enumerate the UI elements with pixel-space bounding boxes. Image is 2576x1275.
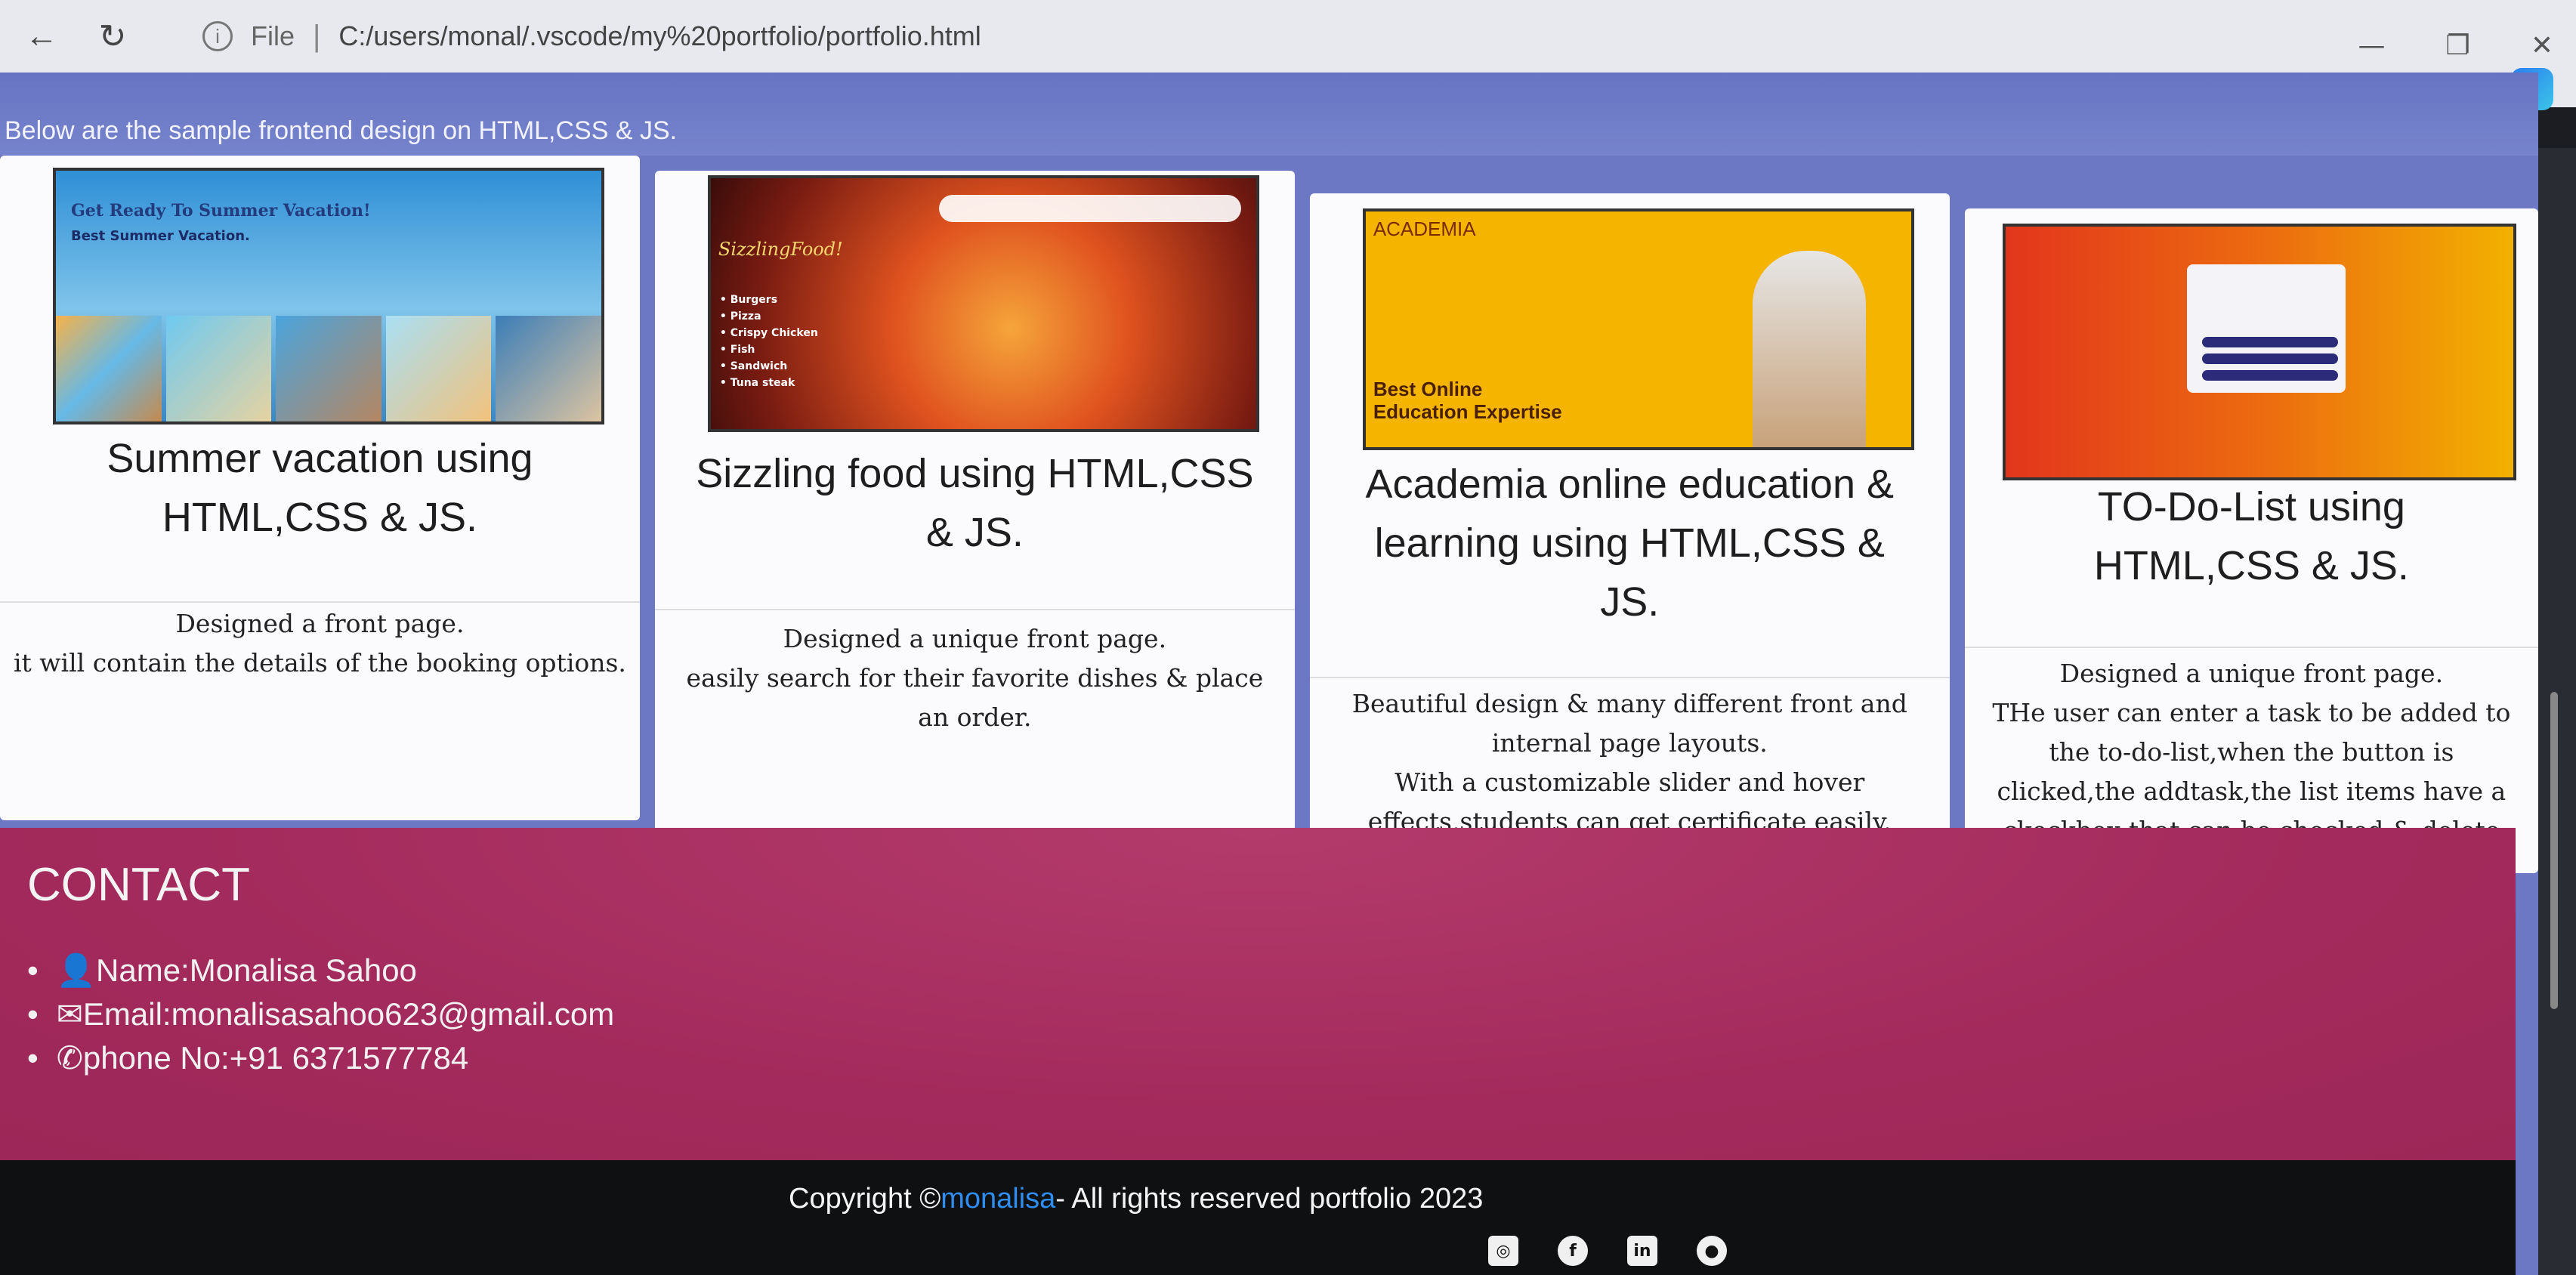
card-title: TO-Do-List using HTML,CSS & JS.	[2093, 484, 2409, 588]
projects-tagline: Below are the sample frontend design on …	[5, 116, 678, 145]
contact-heading: CONTACT	[27, 859, 251, 911]
contact-section: CONTACT 👤Name:Monalisa Sahoo ✉Email:mona…	[0, 828, 2516, 1160]
thumb-todo-box	[2186, 264, 2346, 393]
facebook-icon[interactable]: f	[1558, 1236, 1588, 1266]
project-cards: Get Ready To Summer Vacation! Best Summe…	[0, 156, 2539, 884]
card-description: Designed a front page. it will contain t…	[13, 609, 626, 678]
card-title: Academia online education & learning usi…	[1365, 462, 1894, 625]
thumb-navbar	[938, 195, 1241, 222]
info-icon[interactable]: i	[202, 21, 233, 51]
thumb-logo: ACADEMIA	[1373, 218, 1476, 240]
project-card-summer[interactable]: Get Ready To Summer Vacation! Best Summe…	[0, 156, 640, 820]
linkedin-icon[interactable]: in	[1627, 1236, 1657, 1266]
brand-link[interactable]: monalisa	[941, 1183, 1055, 1215]
url-separator: |	[313, 19, 321, 53]
footer: Copyright ©monalisa- All rights reserved…	[0, 1160, 2516, 1275]
thumb-subheading: Best Summer Vacation.	[71, 228, 250, 244]
thumb-brand: SizzlingFood!	[718, 239, 843, 260]
url-scheme: File	[251, 20, 295, 51]
restore-icon[interactable]: ❐	[2446, 30, 2470, 61]
thumb-headline: Best Online Education Expertise	[1373, 378, 1562, 423]
url-text[interactable]: C:/users/monal/.vscode/my%20portfolio/po…	[338, 20, 981, 52]
close-icon[interactable]: ✕	[2531, 30, 2553, 61]
instagram-icon[interactable]: ◎	[1488, 1236, 1518, 1266]
thumb-person-image	[1752, 251, 1866, 447]
back-icon[interactable]: ←	[15, 17, 68, 55]
contact-phone[interactable]: ✆phone No:+91 6371577784	[27, 1036, 614, 1080]
minimize-icon[interactable]: —	[2358, 30, 2386, 61]
project-card-food[interactable]: SizzlingFood! • Burgers • Pizza • Crispy…	[654, 171, 1295, 835]
card-divider	[1964, 647, 2539, 648]
project-card-todo[interactable]: TO-Do-List using HTML,CSS & JS. Designed…	[1964, 208, 2539, 884]
card-divider	[654, 609, 1295, 610]
card-title: Summer vacation using HTML,CSS & JS.	[107, 436, 533, 540]
contact-list: 👤Name:Monalisa Sahoo ✉Email:monalisasaho…	[27, 949, 615, 1080]
social-links: ◎ f in ●	[1488, 1236, 1727, 1266]
summer-thumbnail[interactable]: Get Ready To Summer Vacation! Best Summe…	[53, 168, 604, 424]
copyright-text: Copyright ©monalisa- All rights reserved…	[789, 1183, 1484, 1215]
todo-thumbnail[interactable]	[2002, 224, 2516, 480]
card-divider	[0, 601, 640, 603]
academia-thumbnail[interactable]: ACADEMIA Best Online Education Expertise	[1362, 208, 1914, 450]
card-description: Designed a unique front page. easily sea…	[686, 624, 1264, 732]
project-card-academia[interactable]: ACADEMIA Best Online Education Expertise…	[1309, 193, 1950, 858]
thumb-menu: • Burgers • Pizza • Crispy Chicken • Fis…	[719, 294, 818, 389]
portfolio-page: Below are the sample frontend design on …	[0, 73, 2539, 1275]
food-thumbnail[interactable]: SizzlingFood! • Burgers • Pizza • Crispy…	[707, 175, 1259, 432]
contact-email[interactable]: ✉Email:monalisasahoo623@gmail.com	[27, 993, 615, 1036]
window-controls: — ❐ ✕	[2358, 30, 2553, 61]
address-bar[interactable]: ← ↻ i File | C:/users/monal/.vscode/my%2…	[0, 0, 2576, 73]
thumb-photo-strip	[56, 316, 601, 421]
scrollbar-thumb[interactable]	[2550, 692, 2558, 1009]
card-divider	[1309, 677, 1950, 678]
page-scrollbar[interactable]	[2538, 148, 2576, 1275]
refresh-icon[interactable]: ↻	[86, 17, 139, 56]
github-icon[interactable]: ●	[1697, 1236, 1727, 1266]
contact-name: 👤Name:Monalisa Sahoo	[27, 949, 614, 993]
thumb-heading: Get Ready To Summer Vacation!	[71, 201, 371, 221]
card-description: Beautiful design & many different front …	[1351, 689, 1907, 836]
card-title: Sizzling food using HTML,CSS & JS.	[696, 451, 1254, 555]
